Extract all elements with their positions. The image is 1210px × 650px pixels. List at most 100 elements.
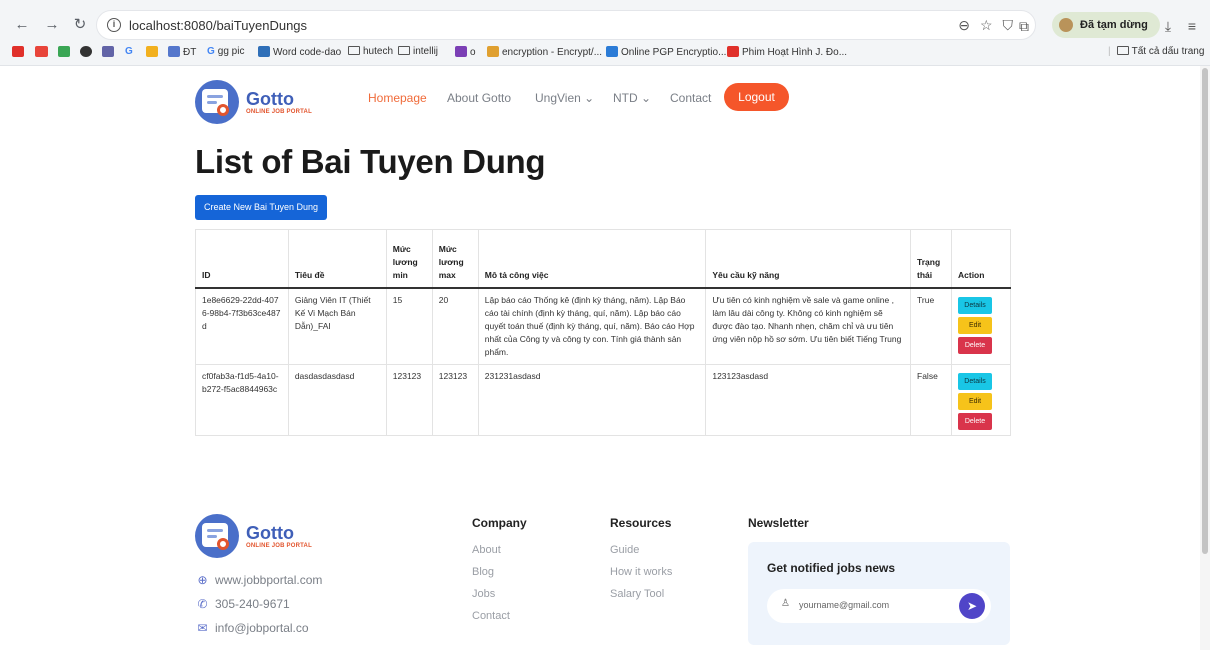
footer-link-about[interactable]: About xyxy=(472,544,501,556)
newsletter-email-input[interactable]: ♙ yourname@gmail.com ➤ xyxy=(767,589,991,623)
bookmark-o[interactable]: o xyxy=(455,46,476,58)
profile-paused-button[interactable]: Đã tạm dừng xyxy=(1052,12,1160,38)
logout-button[interactable]: Logout xyxy=(724,83,789,111)
bookmark-encryption[interactable]: encryption - Encrypt/... xyxy=(487,46,602,58)
site-info-icon[interactable]: i xyxy=(107,18,121,32)
table-row: cf0fab3a-f1d5-4a10-b272-f5ac8844963c das… xyxy=(195,363,1011,436)
footer-resources-title: Resources xyxy=(610,516,672,530)
bookmark-hutech[interactable]: hutech xyxy=(348,46,393,57)
bookmark-apps-icon[interactable] xyxy=(58,46,73,58)
details-button[interactable]: Details xyxy=(958,372,992,390)
footer-website[interactable]: ⊕ www.jobbportal.com xyxy=(196,573,322,587)
url-text[interactable]: localhost:8080/baiTuyenDungs xyxy=(129,18,307,33)
cell-title: dasdasdasdasd xyxy=(287,363,387,436)
bookmark-word-code-dao[interactable]: Word code-dao xyxy=(258,46,341,58)
extensions-icon[interactable]: ⧉ xyxy=(1014,16,1034,36)
all-bookmarks[interactable]: | Tất cả dấu trang xyxy=(1108,46,1204,57)
brand-tagline: ONLINE JOB PORTAL xyxy=(246,109,312,115)
bookmark-dt[interactable]: ĐT xyxy=(168,46,196,58)
column-header-skills[interactable]: Yêu cầu kỹ năng xyxy=(705,229,912,289)
paused-label: Đã tạm dừng xyxy=(1080,19,1148,31)
footer-link-salary-tool[interactable]: Salary Tool xyxy=(610,588,664,600)
bai-tuyen-dung-table: ID Tiêu đề Mức lương min Mức lương max M… xyxy=(195,229,1011,436)
column-header-id[interactable]: ID xyxy=(195,229,289,289)
brand-name: Gotto xyxy=(246,523,294,543)
logo-icon xyxy=(195,80,239,124)
bookmark-chat-icon[interactable] xyxy=(80,46,95,58)
nav-ntd-dropdown[interactable]: NTD ⌄ xyxy=(613,91,651,105)
nav-contact[interactable]: Contact xyxy=(670,91,711,105)
folder-icon xyxy=(1116,46,1129,55)
details-button[interactable]: Details xyxy=(958,296,992,314)
bookmark-gmail-icon[interactable] xyxy=(35,46,51,58)
cell-id: cf0fab3a-f1d5-4a10-b272-f5ac8844963c xyxy=(195,363,289,436)
site-logo[interactable]: Gotto ONLINE JOB PORTAL xyxy=(195,80,312,124)
cell-status: False xyxy=(910,363,952,436)
delete-button[interactable]: Delete xyxy=(958,412,992,430)
cell-max-salary: 123123 xyxy=(431,363,479,436)
footer-link-contact[interactable]: Contact xyxy=(472,610,510,622)
cell-title: Giảng Viên IT (Thiết Kế Vi Mạch Bán Dẫn)… xyxy=(287,287,387,365)
bookmark-youtube-icon[interactable] xyxy=(12,46,27,58)
menu-icon[interactable]: ≡ xyxy=(1182,16,1202,36)
delete-button[interactable]: Delete xyxy=(958,336,992,354)
address-bar[interactable]: i localhost:8080/baiTuyenDungs ⊖☆⛉ xyxy=(96,10,1036,40)
footer-link-jobs[interactable]: Jobs xyxy=(472,588,495,600)
footer-link-blog[interactable]: Blog xyxy=(472,566,494,578)
zoom-icon[interactable]: ⊖ xyxy=(958,17,980,33)
footer-phone[interactable]: ✆ 305-240-9671 xyxy=(196,596,289,611)
logo-icon xyxy=(195,514,239,558)
footer-link-guide[interactable]: Guide xyxy=(610,544,639,556)
create-bai-tuyen-dung-button[interactable]: Create New Bai Tuyen Dung xyxy=(195,195,327,220)
bookmark-gg-pic[interactable]: Ggg pic xyxy=(207,46,244,57)
cell-status: True xyxy=(910,287,952,365)
user-icon: ♙ xyxy=(781,598,790,609)
folder-icon xyxy=(398,46,410,55)
page-scrollbar[interactable] xyxy=(1200,66,1210,650)
cell-actions: Details Edit Delete xyxy=(951,287,1011,365)
nav-about[interactable]: About Gotto xyxy=(447,91,511,105)
bookmark-google-icon[interactable]: G xyxy=(125,46,133,57)
browser-chrome: ← → ↻ i localhost:8080/baiTuyenDungs ⊖☆⛉… xyxy=(0,0,1210,66)
table-header-row: ID Tiêu đề Mức lương min Mức lương max M… xyxy=(195,229,1011,289)
newsletter-placeholder: yourname@gmail.com xyxy=(799,600,890,610)
bookmark-intellij[interactable]: intellij xyxy=(398,46,438,57)
bookmark-star-icon[interactable]: ☆ xyxy=(980,17,1003,33)
nav-homepage[interactable]: Homepage xyxy=(368,91,427,105)
column-header-description[interactable]: Mô tả công việc xyxy=(477,229,707,289)
footer-link-how-it-works[interactable]: How it works xyxy=(610,566,672,578)
download-icon[interactable]: ⤓ xyxy=(1158,16,1178,36)
scrollbar-thumb[interactable] xyxy=(1202,68,1208,554)
column-header-max-salary[interactable]: Mức lương max xyxy=(431,229,479,289)
column-header-status[interactable]: Trạng thái xyxy=(910,229,952,289)
newsletter-heading: Get notified jobs news xyxy=(767,561,896,575)
newsletter-box: Get notified jobs news ♙ yourname@gmail.… xyxy=(748,542,1010,645)
brand-name: Gotto xyxy=(246,89,294,109)
edit-button[interactable]: Edit xyxy=(958,316,992,334)
column-header-min-salary[interactable]: Mức lương min xyxy=(385,229,433,289)
footer-logo[interactable]: Gotto ONLINE JOB PORTAL xyxy=(195,514,312,558)
cell-skills: Ưu tiên có kinh nghiệm về sale và game o… xyxy=(705,287,912,365)
avatar xyxy=(1059,18,1073,32)
bookmark-extension-icon[interactable] xyxy=(146,46,161,58)
globe-icon: ⊕ xyxy=(197,572,208,587)
forward-icon[interactable]: → xyxy=(42,15,62,35)
bookmark-phim[interactable]: Phim Hoạt Hình J. Đo... xyxy=(727,46,847,58)
cell-min-salary: 123123 xyxy=(385,363,433,436)
reload-icon[interactable]: ↻ xyxy=(70,15,90,35)
folder-icon xyxy=(348,46,360,55)
brand-tagline: ONLINE JOB PORTAL xyxy=(246,543,312,549)
back-icon[interactable]: ← xyxy=(12,15,32,35)
cell-skills: 123123asdasd xyxy=(705,363,912,436)
phone-icon: ✆ xyxy=(197,596,208,611)
nav-ungvien-dropdown[interactable]: UngVien ⌄ xyxy=(535,91,594,105)
footer-email[interactable]: ✉ info@jobportal.co xyxy=(196,621,308,635)
bookmark-pgp[interactable]: Online PGP Encryptio... xyxy=(606,46,726,58)
edit-button[interactable]: Edit xyxy=(958,392,992,410)
send-icon[interactable]: ➤ xyxy=(959,593,985,619)
bookmark-teams-icon[interactable] xyxy=(102,46,117,58)
cell-id: 1e8e6629-22dd-4076-98b4-7f3b63ce487d xyxy=(195,287,289,365)
footer-company-title: Company xyxy=(472,516,527,530)
column-header-title[interactable]: Tiêu đề xyxy=(287,229,387,289)
bookmarks-bar: G ĐT Ggg pic Word code-dao hutech intell… xyxy=(0,42,1210,64)
